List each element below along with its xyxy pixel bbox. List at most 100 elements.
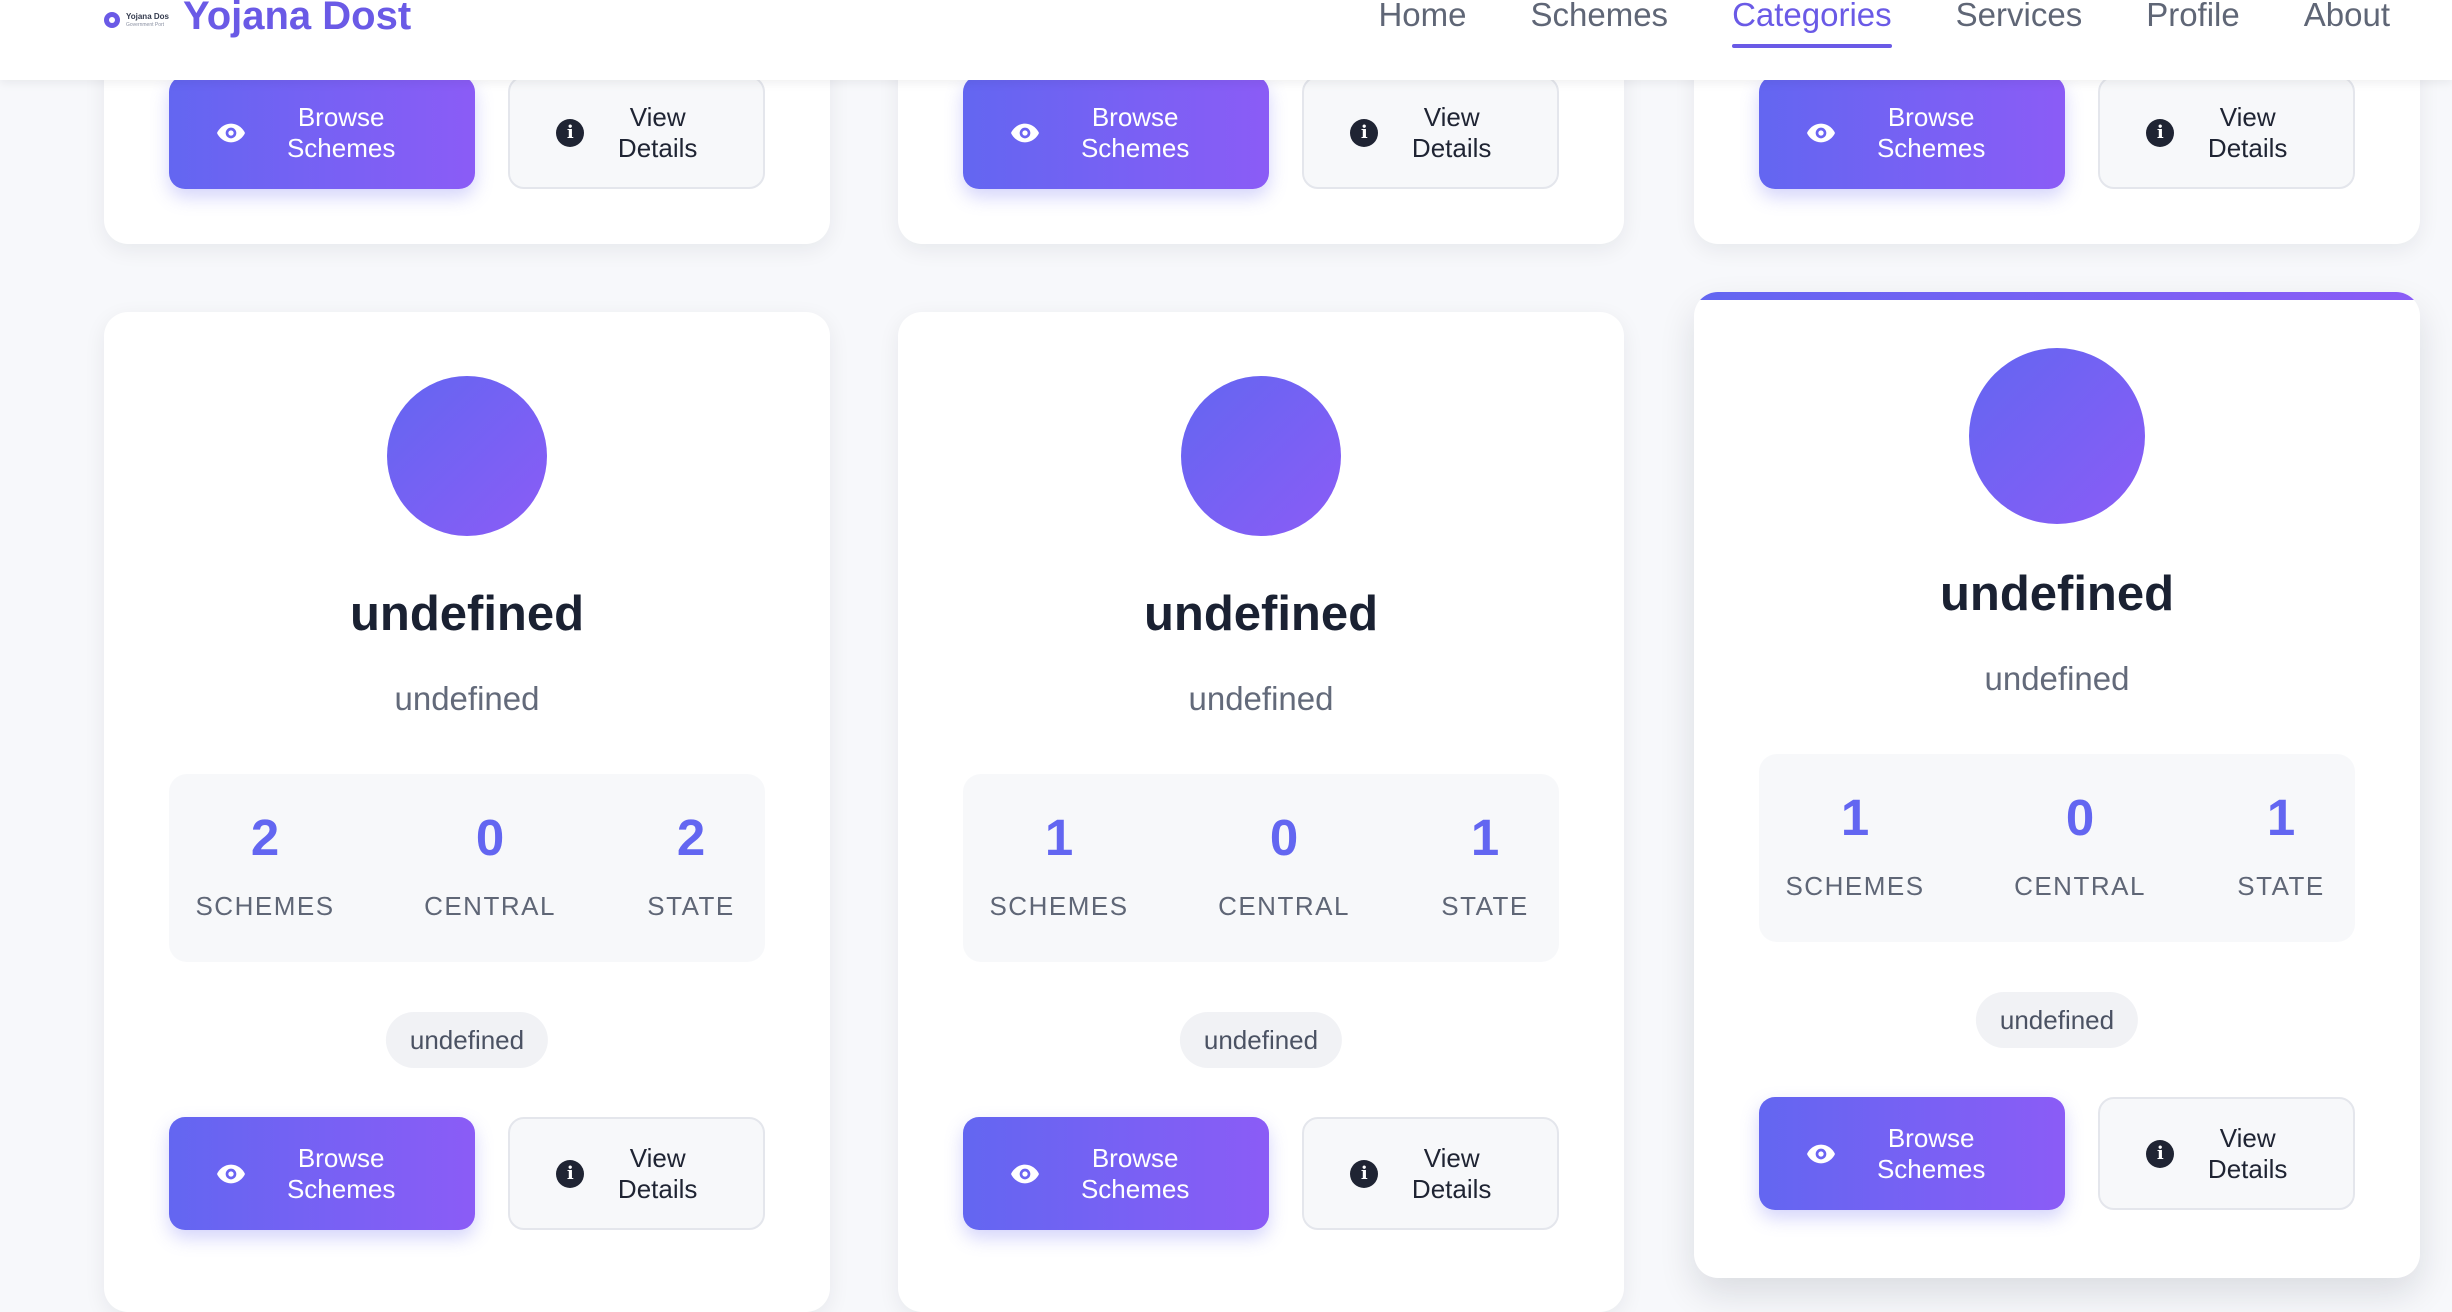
- eye-icon: [1807, 123, 1835, 142]
- category-description: undefined: [1188, 680, 1334, 717]
- stat-schemes-label: SCHEMES: [195, 891, 335, 921]
- category-icon: [387, 376, 547, 536]
- stat-state: 1 STATE: [1395, 812, 1575, 922]
- brand-mini: Yojana Dos Government Port: [126, 11, 169, 28]
- card-actions: Browse Schemes i View Details: [169, 76, 765, 189]
- view-details-label: View Details: [1411, 101, 1492, 163]
- info-icon: i: [1350, 1159, 1379, 1188]
- stat-central: 0 CENTRAL: [1990, 792, 2170, 902]
- eye-icon: [1011, 123, 1039, 142]
- category-stats: 2 SCHEMES 0 CENTRAL 2 STATE: [169, 774, 765, 962]
- browse-schemes-button[interactable]: Browse Schemes: [169, 1117, 476, 1230]
- stat-central-value: 0: [2065, 789, 2095, 846]
- stat-central-label: CENTRAL: [1218, 891, 1350, 921]
- view-details-label: View Details: [617, 101, 698, 163]
- stat-schemes: 2 SCHEMES: [175, 812, 355, 922]
- stat-state-value: 1: [2266, 789, 2296, 846]
- category-tag: undefined: [385, 1012, 549, 1068]
- card-actions: Browse Schemes i View Details: [963, 1117, 1559, 1230]
- browse-schemes-button[interactable]: Browse Schemes: [963, 76, 1270, 189]
- category-card[interactable]: undefined undefined 2 SCHEMES 0 CENTRAL …: [104, 312, 830, 1312]
- stat-schemes-label: SCHEMES: [1785, 871, 1925, 901]
- browse-schemes-label: Browse Schemes: [1080, 1142, 1190, 1204]
- stat-schemes-value: 1: [1044, 809, 1074, 866]
- browse-schemes-button[interactable]: Browse Schemes: [169, 76, 476, 189]
- eye-icon: [217, 123, 245, 142]
- eye-icon: [1011, 1164, 1039, 1183]
- browse-schemes-button[interactable]: Browse Schemes: [1759, 1097, 2066, 1210]
- category-stats: 1 SCHEMES 0 CENTRAL 1 STATE: [1759, 754, 2355, 942]
- browse-schemes-button[interactable]: Browse Schemes: [1759, 76, 2066, 189]
- card-actions: Browse Schemes i View Details: [1759, 76, 2355, 189]
- nav-link-about[interactable]: About: [2272, 0, 2422, 46]
- browse-schemes-label: Browse Schemes: [1876, 1122, 1986, 1184]
- stat-state: 2 STATE: [601, 812, 781, 922]
- brand[interactable]: Yojana Dos Government Port Yojana Dost: [104, 0, 411, 40]
- view-details-label: View Details: [617, 1142, 698, 1204]
- stat-central-label: CENTRAL: [424, 891, 556, 921]
- brand-name[interactable]: Yojana Dost: [183, 0, 411, 36]
- view-details-button[interactable]: i View Details: [508, 76, 765, 189]
- view-details-button[interactable]: i View Details: [1302, 76, 1559, 189]
- nav-link-schemes[interactable]: Schemes: [1499, 0, 1701, 46]
- view-details-label: View Details: [2207, 101, 2288, 163]
- browse-schemes-label: Browse Schemes: [286, 1142, 396, 1204]
- category-description: undefined: [394, 680, 540, 717]
- browse-schemes-label: Browse Schemes: [286, 101, 396, 163]
- category-title: undefined: [1939, 567, 2175, 621]
- nav-link-categories[interactable]: Categories: [1700, 0, 1924, 48]
- top-navbar: Yojana Dos Government Port Yojana Dost H…: [0, 0, 2452, 80]
- card-actions: Browse Schemes i View Details: [1759, 1097, 2355, 1210]
- category-tag: undefined: [1975, 992, 2139, 1048]
- category-title: undefined: [1143, 587, 1379, 641]
- view-details-button[interactable]: i View Details: [1302, 1117, 1559, 1230]
- stat-central: 0 CENTRAL: [1194, 812, 1374, 922]
- card-actions: Browse Schemes i View Details: [169, 1117, 765, 1230]
- stat-state-label: STATE: [1441, 891, 1529, 921]
- card-actions: Browse Schemes i View Details: [963, 76, 1559, 189]
- stat-schemes-value: 2: [250, 809, 280, 866]
- eye-icon: [217, 1164, 245, 1183]
- view-details-button[interactable]: i View Details: [2098, 76, 2355, 189]
- browse-schemes-label: Browse Schemes: [1080, 101, 1190, 163]
- stat-schemes: 1 SCHEMES: [969, 812, 1149, 922]
- category-card-hovered[interactable]: undefined undefined 1 SCHEMES 0 CENTRAL …: [1694, 292, 2420, 1278]
- nav-link-services[interactable]: Services: [1924, 0, 2115, 46]
- brand-mini-subtitle: Government Port: [126, 21, 165, 28]
- nav-links: Home Schemes Categories Services Profile…: [1346, 0, 2422, 48]
- brand-mini-title: Yojana Dos: [126, 11, 169, 21]
- brand-logo-icon: [104, 12, 120, 28]
- info-icon: i: [2146, 1139, 2175, 1168]
- category-stats: 1 SCHEMES 0 CENTRAL 1 STATE: [963, 774, 1559, 962]
- category-description: undefined: [1984, 660, 2130, 697]
- info-icon: i: [1350, 118, 1379, 147]
- category-icon: [1181, 376, 1341, 536]
- nav-link-home[interactable]: Home: [1346, 0, 1498, 46]
- info-icon: i: [2146, 118, 2175, 147]
- nav-link-profile[interactable]: Profile: [2114, 0, 2272, 46]
- view-details-label: View Details: [2207, 1122, 2288, 1184]
- info-icon: i: [556, 1159, 585, 1188]
- category-icon: [1969, 348, 2145, 524]
- stat-central: 0 CENTRAL: [400, 812, 580, 922]
- stat-state-value: 1: [1470, 809, 1500, 866]
- view-details-label: View Details: [1411, 1142, 1492, 1204]
- category-card[interactable]: undefined undefined 1 SCHEMES 0 CENTRAL …: [898, 312, 1624, 1312]
- eye-icon: [1807, 1144, 1835, 1163]
- stat-central-label: CENTRAL: [2014, 871, 2146, 901]
- view-details-button[interactable]: i View Details: [508, 1117, 765, 1230]
- view-details-button[interactable]: i View Details: [2098, 1097, 2355, 1210]
- stat-central-value: 0: [475, 809, 505, 866]
- category-title: undefined: [349, 587, 585, 641]
- stat-state-value: 2: [676, 809, 706, 866]
- stat-state-label: STATE: [647, 891, 735, 921]
- stat-schemes-value: 1: [1840, 789, 1870, 846]
- stat-schemes: 1 SCHEMES: [1765, 792, 1945, 902]
- browse-schemes-button[interactable]: Browse Schemes: [963, 1117, 1270, 1230]
- stat-state-label: STATE: [2237, 871, 2325, 901]
- stat-state: 1 STATE: [2191, 792, 2371, 902]
- browse-schemes-label: Browse Schemes: [1876, 101, 1986, 163]
- category-tag: undefined: [1179, 1012, 1343, 1068]
- stat-central-value: 0: [1269, 809, 1299, 866]
- info-icon: i: [556, 118, 585, 147]
